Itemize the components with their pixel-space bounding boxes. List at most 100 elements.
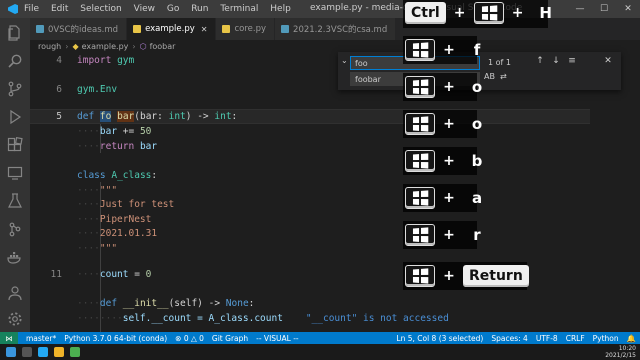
search-icon[interactable] xyxy=(6,52,24,70)
plus-sign: + xyxy=(511,5,524,21)
plus-sign: + xyxy=(443,227,455,243)
function-symbol-icon: ⬡ xyxy=(139,42,147,51)
git-branch[interactable]: master* xyxy=(26,334,56,343)
markdown-file-icon xyxy=(281,25,290,33)
windows-key-icon xyxy=(405,39,435,61)
windows-key-icon xyxy=(405,150,435,172)
shortcut-row: Ctrl + + H xyxy=(405,2,560,24)
menu-file[interactable]: File xyxy=(24,4,39,14)
git-graph-icon[interactable] xyxy=(6,220,24,238)
shortcut-row: + a xyxy=(405,187,491,209)
plus-sign: + xyxy=(443,116,455,132)
window-controls: — ☐ ✕ xyxy=(568,0,640,18)
menu-run[interactable]: Run xyxy=(191,4,208,14)
explorer-icon[interactable] xyxy=(6,24,24,42)
maximize-icon[interactable]: ☐ xyxy=(592,0,616,18)
code-line: ····def __init__(self) -> None: xyxy=(77,297,255,309)
menu-terminal[interactable]: Terminal xyxy=(220,4,258,14)
current-code-line: 5 def fo bar(bar: int) -> int: xyxy=(30,109,590,124)
key-letter: a xyxy=(471,189,483,207)
menu-go[interactable]: Go xyxy=(167,4,179,14)
minimize-icon[interactable]: — xyxy=(568,0,592,18)
code-line: class A_class: xyxy=(77,169,158,181)
key-return: Return xyxy=(463,265,529,287)
shortcut-row: + o xyxy=(405,113,491,135)
close-icon[interactable]: ✕ xyxy=(616,0,640,18)
settings-gear-icon[interactable] xyxy=(6,310,24,328)
menu-help[interactable]: Help xyxy=(270,4,291,14)
language-mode[interactable]: Python xyxy=(593,334,619,343)
markdown-file-icon xyxy=(36,25,44,33)
key-letter: f xyxy=(473,41,481,59)
cursor-position[interactable]: Ln 5, Col 8 (3 selected) xyxy=(396,334,483,343)
line-number: 11 xyxy=(50,268,62,280)
clock-date: 2021/2/15 xyxy=(605,352,636,359)
menu-view[interactable]: View xyxy=(134,4,155,14)
indentation[interactable]: Spaces: 4 xyxy=(491,334,527,343)
python-file-icon: ◆ xyxy=(72,42,79,51)
start-button-icon[interactable] xyxy=(6,347,16,357)
key-ctrl: Ctrl xyxy=(405,2,446,24)
windows-key-icon xyxy=(473,2,504,24)
menu-selection[interactable]: Selection xyxy=(80,4,121,14)
extensions-icon[interactable] xyxy=(6,136,24,154)
browser-taskbar-icon[interactable] xyxy=(70,347,80,357)
code-line: ····Just for test xyxy=(77,198,175,210)
tab-example-py[interactable]: example.py ✕ xyxy=(127,18,217,40)
python-interpreter[interactable]: Python 3.7.0 64-bit (conda) xyxy=(64,334,167,343)
code-line: ····""" xyxy=(77,242,118,254)
tab-csa-md[interactable]: 2021.2.3VSC的csa.md xyxy=(275,18,397,40)
notification-bell-icon[interactable]: 🔔 xyxy=(627,334,636,343)
plus-sign: + xyxy=(443,79,455,95)
shortcut-row: + o xyxy=(405,76,491,98)
key-letter: o xyxy=(471,115,483,133)
python-file-icon xyxy=(222,25,231,33)
menu-edit[interactable]: Edit xyxy=(51,4,68,14)
search-taskbar-icon[interactable] xyxy=(22,347,32,357)
vim-mode: -- VISUAL -- xyxy=(256,333,299,343)
remote-indicator-icon[interactable]: ⋈ xyxy=(0,332,18,344)
chevron-down-icon[interactable]: ⌄ xyxy=(341,56,349,65)
key-letter: H xyxy=(539,4,552,22)
plus-sign: + xyxy=(443,268,455,284)
vscode-taskbar-icon[interactable] xyxy=(38,347,48,357)
next-match-icon[interactable]: ↓ xyxy=(550,56,562,66)
tab-label: core.py xyxy=(234,24,267,34)
replace-icon[interactable]: ⇄ xyxy=(500,72,507,81)
breadcrumb-folder[interactable]: rough xyxy=(38,42,61,51)
run-debug-icon[interactable] xyxy=(6,108,24,126)
git-graph-button[interactable]: Git Graph xyxy=(212,334,248,343)
code-line: ····PiperNest xyxy=(77,213,152,225)
shortcut-row: + Return xyxy=(405,265,529,287)
tab-ideas-md[interactable]: 0VSC的ideas.md xyxy=(30,18,128,40)
activity-bar xyxy=(0,18,30,332)
tab-core-py[interactable]: core.py xyxy=(216,18,276,40)
status-bar: ⋈ master* Python 3.7.0 64-bit (conda) ⊗ … xyxy=(0,332,640,344)
encoding[interactable]: UTF-8 xyxy=(536,334,558,343)
problems-count[interactable]: ⊗ 0 △ 0 xyxy=(175,334,204,343)
file-explorer-taskbar-icon[interactable] xyxy=(54,347,64,357)
tab-label: 2021.2.3VSC的csa.md xyxy=(293,25,388,35)
menu-bar: File Edit Selection View Go Run Terminal… xyxy=(24,4,300,14)
end-of-line[interactable]: CRLF xyxy=(566,334,585,343)
windows-key-icon xyxy=(405,76,435,98)
code-line: ····return bar xyxy=(77,140,158,152)
code-editor[interactable]: 4 import gym 6 gym.Env 5 def fo bar(bar:… xyxy=(30,53,640,332)
breadcrumb-symbol[interactable]: foobar xyxy=(150,42,176,51)
account-icon[interactable] xyxy=(6,284,24,302)
remote-explorer-icon[interactable] xyxy=(6,164,24,182)
line-number: 5 xyxy=(56,110,62,122)
windows-key-icon xyxy=(405,265,435,287)
breadcrumb-file[interactable]: example.py xyxy=(82,42,129,51)
previous-match-icon[interactable]: ↑ xyxy=(534,56,546,66)
source-control-icon[interactable] xyxy=(6,80,24,98)
close-find-icon[interactable]: ✕ xyxy=(602,56,614,66)
tab-close-icon[interactable]: ✕ xyxy=(201,25,208,34)
shortcut-row: + f xyxy=(405,39,491,61)
find-in-selection-icon[interactable]: ≡ xyxy=(566,56,578,66)
testing-icon[interactable] xyxy=(6,192,24,210)
python-file-icon xyxy=(133,25,142,33)
docker-icon[interactable] xyxy=(6,248,24,266)
code-line: ····bar += 50 xyxy=(77,125,152,137)
system-clock[interactable]: 10:20 2021/2/15 xyxy=(605,345,636,359)
